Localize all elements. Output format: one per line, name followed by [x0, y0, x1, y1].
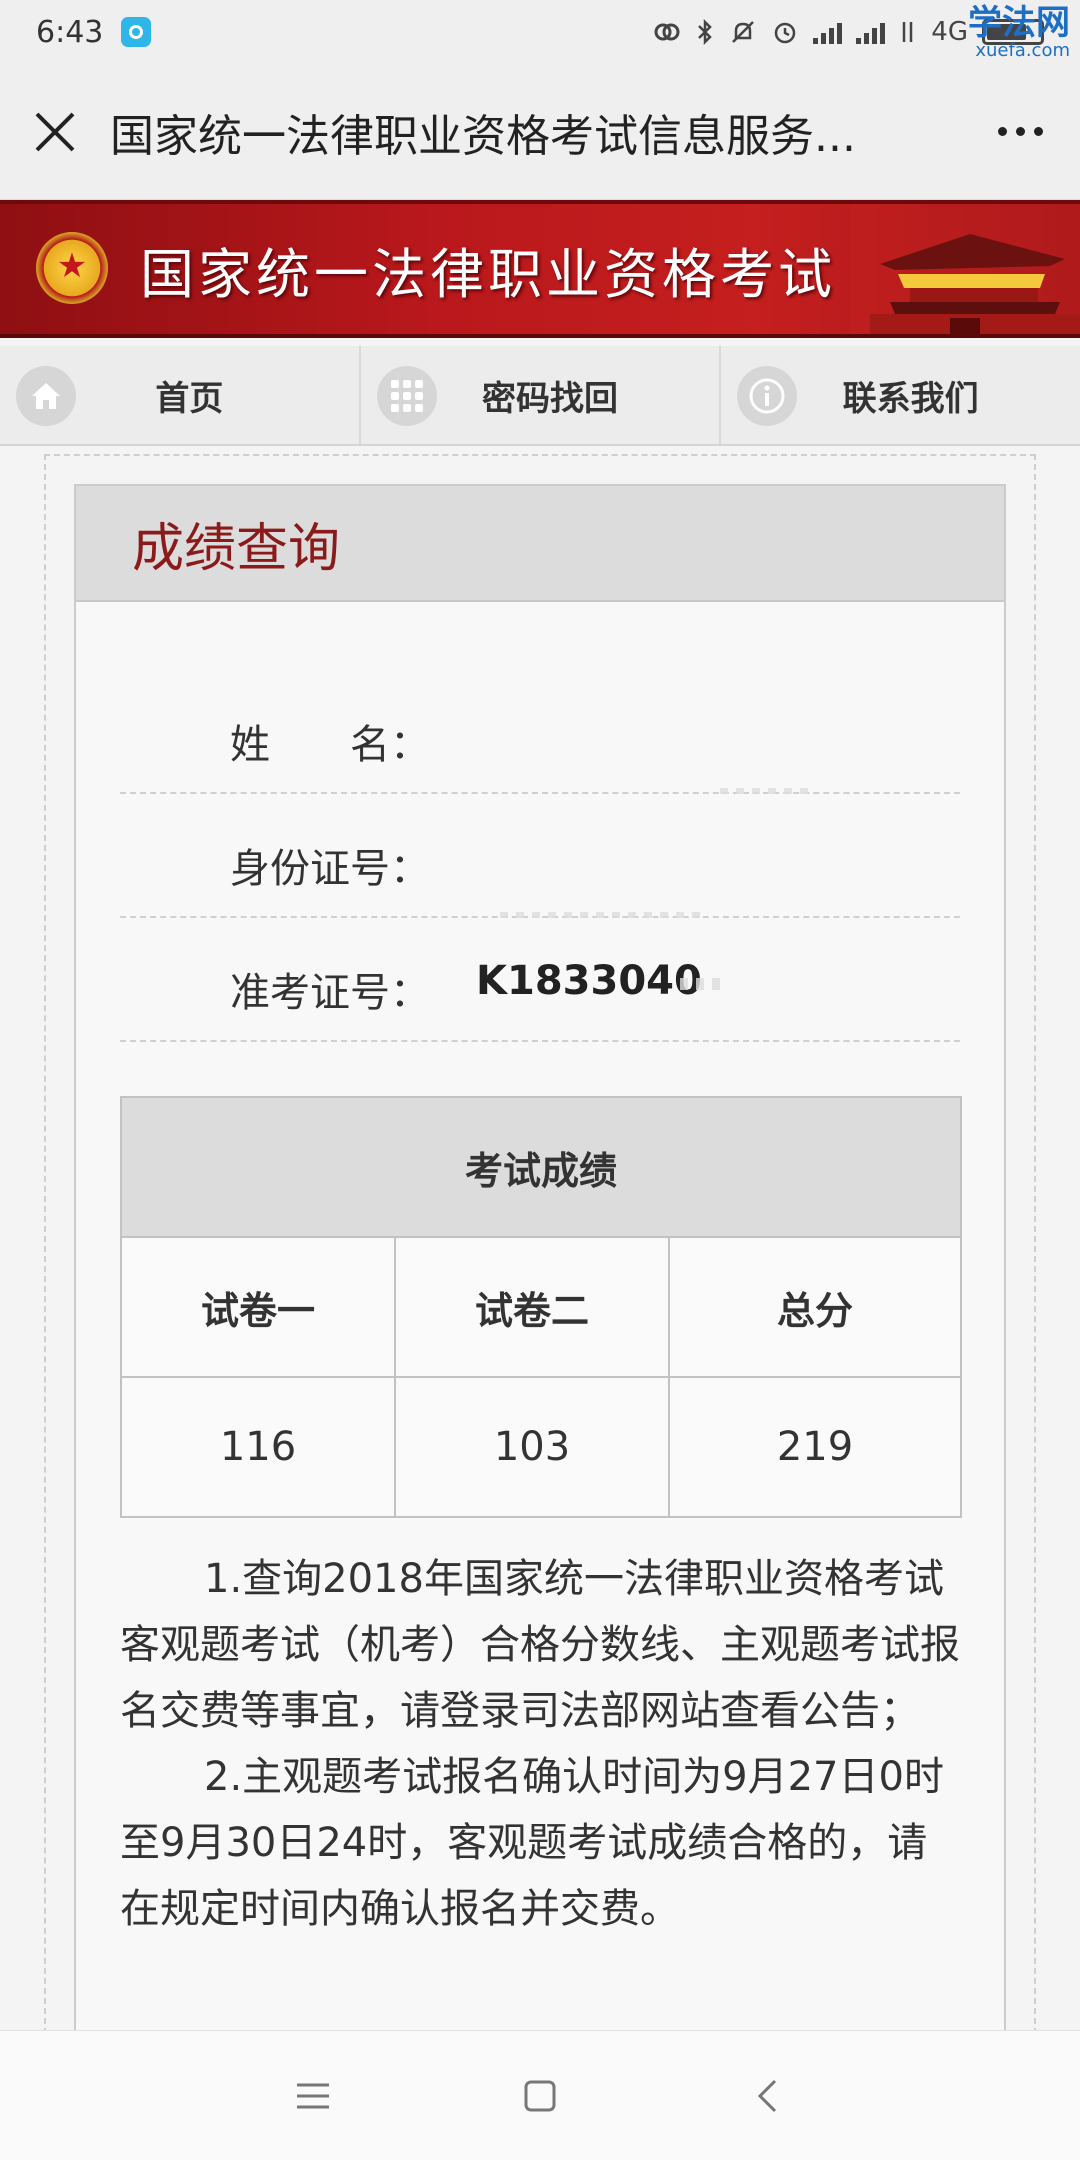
more-menu-button[interactable] [960, 64, 1080, 200]
alarm-icon [775, 22, 796, 44]
tiananmen-gate-icon [850, 204, 1080, 334]
signal-icon [813, 20, 843, 44]
panel-header: 成绩查询 [76, 486, 1004, 602]
column-header-paper-1: 试卷一 [120, 1236, 396, 1378]
bluetooth-icon [698, 18, 713, 46]
back-chevron-icon [757, 2079, 776, 2112]
field-value-admission-number: K1833040 [476, 958, 702, 1004]
link-icon [654, 23, 680, 41]
system-nav-bar [0, 2030, 1080, 2160]
national-emblem-icon [36, 232, 108, 304]
home-button[interactable] [500, 2056, 580, 2136]
network-type: 4G [931, 17, 968, 47]
field-label-name: 姓 名： [230, 722, 430, 768]
page-title: 国家统一法律职业资格考试信息服务... [110, 110, 856, 162]
menu-icon [297, 2083, 330, 2108]
watermark-cn: 学法网 [968, 3, 1070, 43]
redaction-mark [680, 978, 720, 990]
field-label-id-number: 身份证号： [230, 846, 430, 892]
nav-item-home[interactable]: 首页 [0, 346, 361, 444]
score-paper-1: 116 [120, 1376, 396, 1518]
menu-button[interactable] [273, 2056, 353, 2136]
column-header-paper-2: 试卷二 [394, 1236, 670, 1378]
app-notification-icon [121, 17, 152, 47]
field-admission-number: 准考证号： K1833040 [120, 918, 960, 1042]
nav-bar: 首页 密码找回 联系我们 [0, 346, 1080, 446]
close-icon [35, 112, 75, 151]
square-icon [524, 2080, 556, 2111]
home-icon [16, 366, 76, 426]
candidate-info: 姓 名： 身份证号： 准考证号： K1833040 [120, 670, 960, 1042]
banner-title: 国家统一法律职业资格考试 [140, 243, 836, 306]
score-paper-2: 103 [394, 1376, 670, 1518]
site-banner: 国家统一法律职业资格考试 [0, 200, 1080, 338]
column-header-total: 总分 [668, 1236, 962, 1378]
notice-item: 2.主观题考试报名确认时间为9月27日0时至9月30日24时，客观题考试成绩合格… [120, 1754, 944, 1932]
nav-item-contact-us[interactable]: 联系我们 [721, 346, 1080, 444]
info-icon [737, 366, 798, 426]
status-bar: 6:43 4G 学法网 xuefa.com [0, 0, 1080, 64]
back-button[interactable] [727, 2056, 807, 2136]
data-arrows-icon [903, 22, 913, 42]
panel-heading: 成绩查询 [132, 518, 341, 579]
watermark-en: xuefa.com [975, 40, 1070, 61]
score-table-title: 考试成绩 [120, 1096, 962, 1238]
notice-item: 1.查询2018年国家统一法律职业资格考试客观题考试（机考）合格分数线、主观题考… [120, 1556, 960, 1734]
nav-item-password-recovery[interactable]: 密码找回 [361, 346, 722, 444]
field-label-admission-number: 准考证号： [230, 970, 430, 1016]
status-time: 6:43 [36, 14, 104, 50]
score-table: 考试成绩 试卷一 试卷二 总分 116 103 219 [120, 1096, 962, 1518]
title-bar: 国家统一法律职业资格考试信息服务... [0, 64, 1080, 200]
close-button[interactable] [0, 64, 110, 200]
mute-bell-icon [732, 21, 755, 43]
score-total: 219 [668, 1376, 962, 1518]
notice-text: 1.查询2018年国家统一法律职业资格考试客观题考试（机考）合格分数线、主观题考… [120, 1546, 962, 1942]
watermark: 学法网 xuefa.com [968, 4, 1070, 60]
grid-icon [376, 366, 437, 426]
signal-icon-2 [856, 20, 886, 44]
score-query-panel: 成绩查询 姓 名： 身份证号： 准考证号： K1833040 考试成绩 试卷一 … [74, 484, 1006, 2044]
field-name: 姓 名： [120, 670, 960, 794]
field-id-number: 身份证号： [120, 794, 960, 918]
